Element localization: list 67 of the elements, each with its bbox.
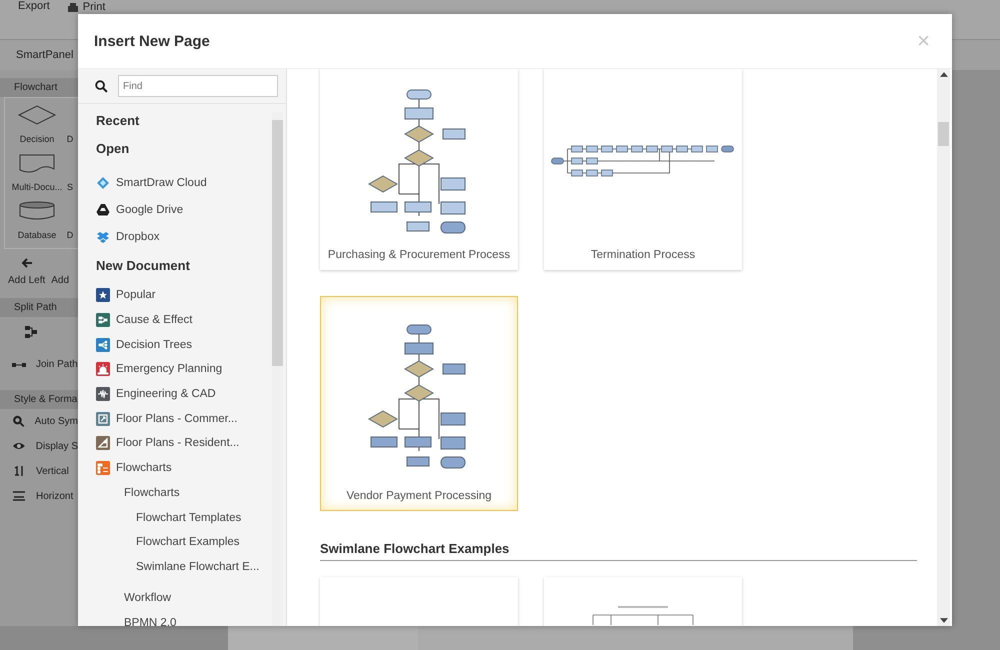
scroll-down-icon[interactable] bbox=[940, 618, 948, 623]
scroll-up-icon[interactable] bbox=[940, 72, 948, 77]
scroll-thumb[interactable] bbox=[272, 120, 283, 366]
tree-item[interactable]: Workflow bbox=[96, 585, 272, 610]
add-button[interactable]: Add Left bbox=[8, 257, 46, 286]
card-title: Termination Process bbox=[590, 249, 696, 263]
dialog-title: Insert New Page bbox=[94, 32, 210, 50]
panel-item[interactable]: Horizont bbox=[36, 490, 74, 502]
sidebar-item[interactable]: Popular bbox=[96, 283, 272, 308]
card-title: Vendor Payment Processing bbox=[346, 490, 492, 504]
tree-item[interactable]: BPMN 2.0 bbox=[96, 610, 272, 626]
sidebar-item[interactable]: Dropbox bbox=[96, 223, 272, 250]
horizontal-spacing-icon bbox=[12, 489, 26, 503]
scrollbar[interactable] bbox=[272, 112, 283, 626]
panel-item[interactable]: Vertical bbox=[36, 466, 69, 476]
section-header: Flowchart bbox=[0, 78, 78, 97]
shape-label: Multi-Docu... bbox=[12, 182, 62, 192]
box-icon bbox=[96, 230, 110, 244]
vertical-spacing-icon bbox=[12, 464, 26, 478]
shape-label: Decision bbox=[20, 134, 54, 144]
sidebar-item[interactable]: Floor Plans - Resident... bbox=[96, 431, 272, 456]
sidebar-item[interactable]: Emergency Planning bbox=[96, 357, 272, 382]
tree-subitem[interactable]: Swimlane Flowchart E... bbox=[96, 554, 272, 580]
sidebar-item[interactable]: SmartDraw Cloud bbox=[96, 169, 272, 196]
sidebar-item[interactable]: Google Drive bbox=[96, 196, 272, 223]
tree-item[interactable]: Flowcharts bbox=[96, 480, 272, 506]
toolbar-button[interactable]: Print bbox=[62, 1, 110, 15]
search-icon bbox=[95, 80, 108, 92]
search-field[interactable]: Find bbox=[118, 75, 278, 97]
shape-icon bbox=[17, 152, 57, 174]
join-icon bbox=[12, 362, 26, 368]
sidebar-item[interactable]: Decision Trees bbox=[96, 332, 272, 358]
sidebar-item[interactable]: Flowcharts bbox=[96, 456, 272, 480]
shape-label: D bbox=[66, 134, 74, 144]
template-card[interactable]: Vendor Payment Processing bbox=[320, 296, 518, 511]
split-icon bbox=[24, 325, 38, 339]
left-arrow-icon bbox=[20, 257, 33, 269]
printer-icon bbox=[66, 1, 80, 13]
sidebar-item[interactable]: Engineering & CAD bbox=[96, 382, 272, 406]
panel-item[interactable]: Join Path bbox=[36, 359, 78, 370]
shape-icon bbox=[17, 104, 57, 126]
template-card[interactable]: Purchasing & Procurement Process bbox=[320, 69, 518, 270]
tree-subitem[interactable]: Flowchart Templates bbox=[96, 505, 272, 530]
panel-item[interactable]: Display S bbox=[36, 440, 78, 452]
sidebar-item[interactable]: Cause & Effect bbox=[96, 308, 272, 332]
section-heading: Recent bbox=[96, 113, 140, 130]
scrollbar[interactable] bbox=[937, 69, 950, 626]
card-title: Purchasing & Procurement Process bbox=[328, 249, 510, 263]
panel-title: SmartPanel bbox=[16, 49, 74, 61]
scroll-thumb[interactable] bbox=[938, 122, 949, 146]
tree-subitem[interactable]: Flowchart Examples bbox=[96, 530, 272, 555]
sidebar-item[interactable]: Floor Plans - Commer... bbox=[96, 406, 272, 432]
triangle-icon bbox=[96, 202, 110, 216]
add-button[interactable]: Add bbox=[51, 257, 70, 286]
shape-label: Database bbox=[18, 230, 56, 240]
shape-label: S bbox=[66, 182, 73, 192]
shape-label: D bbox=[66, 230, 74, 240]
section-heading: New Document bbox=[96, 258, 191, 275]
section-heading: Open bbox=[96, 141, 130, 158]
shape-icon bbox=[17, 200, 57, 222]
panel-item[interactable]: Auto Sym bbox=[34, 416, 78, 426]
toolbar-button[interactable]: Export bbox=[14, 0, 54, 12]
section-header: Style & Forma bbox=[0, 390, 78, 409]
section-heading: Swimlane Flowchart Examples bbox=[320, 541, 917, 561]
section-header: Split Path bbox=[0, 298, 78, 317]
template-card[interactable]: Termination Process bbox=[544, 69, 742, 270]
diamond-icon bbox=[96, 176, 110, 190]
